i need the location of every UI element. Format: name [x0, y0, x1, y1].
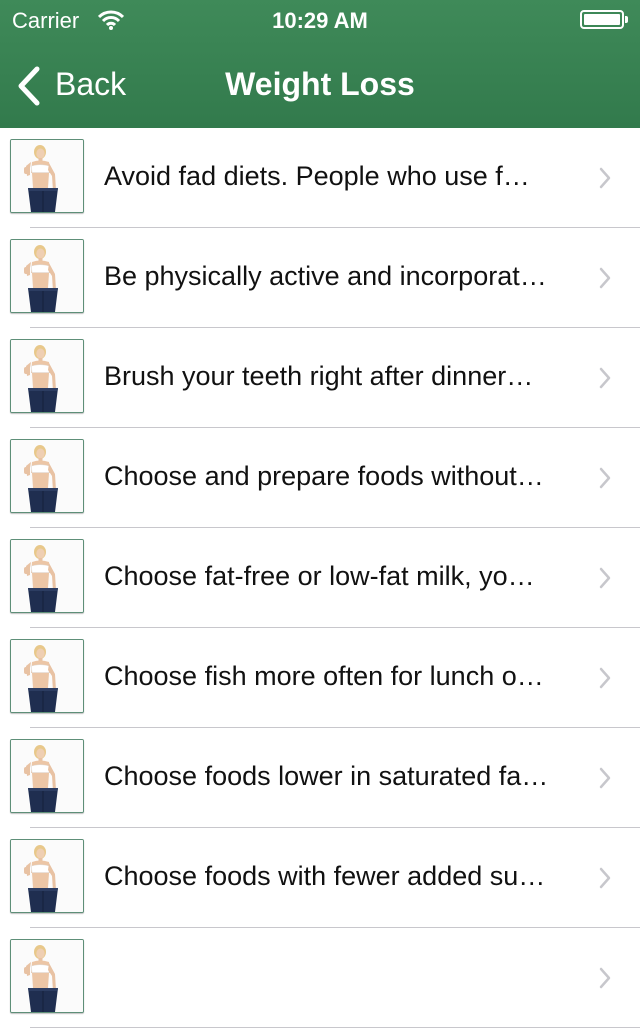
chevron-right-icon [599, 667, 611, 689]
chevron-right-icon [599, 967, 611, 989]
chevron-right-icon [599, 767, 611, 789]
woman-thumbnail-image [10, 739, 84, 813]
woman-thumbnail-image [10, 339, 84, 413]
page-title: Weight Loss [225, 66, 415, 102]
list-item[interactable]: Choose fish more often for lunch o… [0, 628, 640, 728]
woman-thumbnail-image [10, 139, 84, 213]
navigation-bar: Back Weight Loss [0, 40, 640, 128]
list-item-text: Brush your teeth right after dinner… [104, 361, 534, 391]
woman-thumbnail-image [10, 239, 84, 313]
status-bar: Carrier 10:29 AM [0, 0, 640, 40]
woman-thumbnail-image [10, 939, 84, 1013]
chevron-right-icon [599, 567, 611, 589]
chevron-right-icon [599, 367, 611, 389]
list-item[interactable]: Choose and prepare foods without… [0, 428, 640, 528]
list-item-text: Avoid fad diets. People who use f… [104, 161, 530, 191]
battery-icon [580, 10, 628, 29]
chevron-right-icon [599, 167, 611, 189]
list-item-text: Choose and prepare foods without… [104, 461, 544, 491]
list-item[interactable]: Choose foods with fewer added su… [0, 828, 640, 928]
list-item-text: Choose foods lower in saturated fa… [104, 761, 549, 791]
status-time: 10:29 AM [272, 8, 368, 33]
tips-list: Avoid fad diets. People who use f… Be ph… [0, 128, 640, 1028]
list-item[interactable]: Choose fat-free or low-fat milk, yo… [0, 528, 640, 628]
chevron-right-icon [599, 467, 611, 489]
list-item-text: Choose fat-free or low-fat milk, yo… [104, 561, 535, 591]
chevron-right-icon [599, 267, 611, 289]
list-item[interactable]: Avoid fad diets. People who use f… [0, 128, 640, 228]
list-item[interactable]: Brush your teeth right after dinner… [0, 328, 640, 428]
woman-thumbnail-image [10, 839, 84, 913]
list-item-text: Choose foods with fewer added su… [104, 861, 546, 891]
header: Carrier 10:29 AM Back Weight Loss [0, 0, 640, 128]
chevron-right-icon [599, 867, 611, 889]
woman-thumbnail-image [10, 439, 84, 513]
list-item-text: Be physically active and incorporat… [104, 261, 547, 291]
list-item[interactable] [0, 928, 640, 1028]
list-item[interactable]: Choose foods lower in saturated fa… [0, 728, 640, 828]
list-item-text: Choose fish more often for lunch o… [104, 661, 544, 691]
woman-thumbnail-image [10, 639, 84, 713]
list-item[interactable]: Be physically active and incorporat… [0, 228, 640, 328]
woman-thumbnail-image [10, 539, 84, 613]
